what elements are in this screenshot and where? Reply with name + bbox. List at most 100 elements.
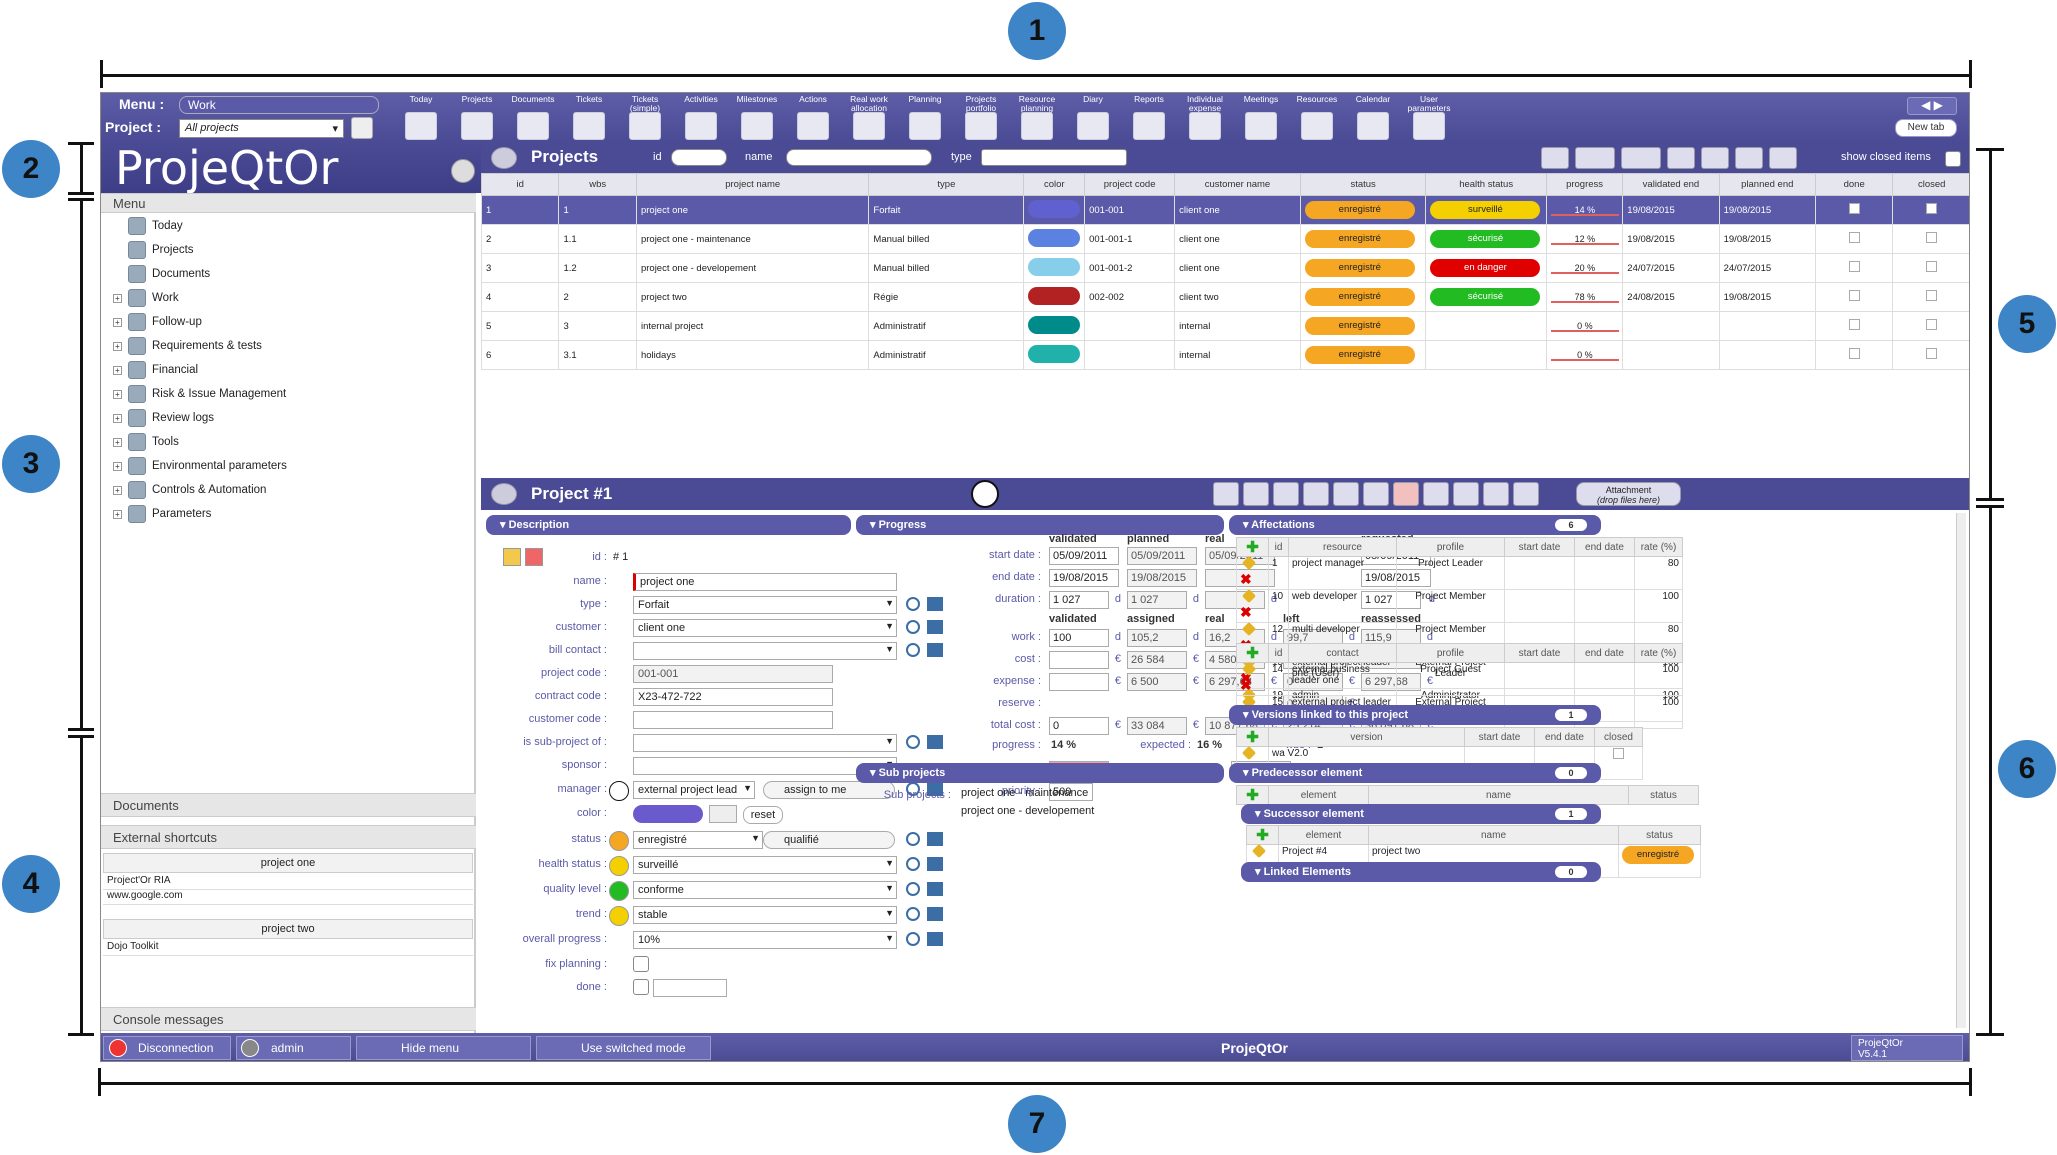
toolbar-button-16[interactable]: Resources bbox=[1291, 95, 1343, 141]
column-header[interactable]: project name bbox=[635, 173, 870, 196]
toolbar-button-14[interactable]: Individual expense bbox=[1179, 95, 1231, 141]
attachment-dropzone[interactable]: Attachment (drop files here) bbox=[1576, 482, 1681, 506]
field-input[interactable]: client one ▼ bbox=[633, 619, 897, 637]
done-checkbox[interactable] bbox=[1848, 232, 1860, 243]
field-input[interactable]: surveillé ▼ bbox=[633, 856, 897, 874]
toolbar-button-17[interactable]: Calendar bbox=[1347, 95, 1399, 141]
new-icon[interactable] bbox=[1213, 482, 1239, 506]
edit-icon[interactable] bbox=[1241, 621, 1257, 637]
goto-icon[interactable] bbox=[927, 857, 943, 871]
search-icon[interactable] bbox=[1541, 147, 1569, 169]
subproject-link[interactable]: project one - maintenance bbox=[961, 787, 1088, 799]
duration-planned[interactable]: 1 027 bbox=[1127, 591, 1187, 609]
goto-icon[interactable] bbox=[927, 832, 943, 846]
print-icon[interactable] bbox=[1667, 147, 1695, 169]
switched-mode-button[interactable]: Use switched mode bbox=[536, 1036, 711, 1060]
toolbar-button-5[interactable]: Activities bbox=[675, 95, 727, 141]
table-row[interactable]: ✖ 1 project manager Project Leader 80 bbox=[1236, 555, 1683, 590]
delete-icon[interactable]: ✖ bbox=[1240, 571, 1252, 587]
delete-icon[interactable] bbox=[1393, 482, 1419, 506]
field-input[interactable]: ▼ bbox=[633, 734, 897, 752]
menu-item[interactable]: + Parameters bbox=[113, 503, 211, 525]
add-cell[interactable]: ✚ bbox=[1246, 825, 1279, 845]
shortcut-link[interactable]: www.google.com bbox=[103, 890, 473, 905]
expense-value[interactable] bbox=[1049, 673, 1109, 691]
column-header[interactable]: done bbox=[1814, 173, 1894, 196]
row-actions[interactable]: ✖ bbox=[1236, 555, 1269, 590]
menu-item[interactable]: +Projects bbox=[113, 239, 194, 261]
new-tab-button[interactable]: New tab bbox=[1895, 119, 1957, 137]
column-header[interactable]: validated end bbox=[1622, 173, 1720, 196]
show-closed-checkbox[interactable] bbox=[1945, 151, 1961, 167]
goto-icon[interactable] bbox=[927, 932, 943, 946]
edit-icon[interactable] bbox=[1241, 661, 1257, 677]
toolbar-button-4[interactable]: Tickets (simple) bbox=[619, 95, 671, 141]
end-validated[interactable]: 19/08/2015 bbox=[1049, 569, 1119, 587]
expand-icon[interactable]: + bbox=[113, 341, 122, 351]
documents-section[interactable]: Documents bbox=[101, 793, 476, 817]
delete-icon[interactable]: ✖ bbox=[1240, 604, 1252, 620]
add-cell[interactable]: ✚ bbox=[1236, 537, 1269, 557]
chevron-down-icon[interactable]: ▼ bbox=[885, 621, 894, 631]
add-cell[interactable]: ✚ bbox=[1236, 643, 1269, 663]
edit-icon[interactable] bbox=[1241, 555, 1257, 571]
toolbar-button-10[interactable]: Projects portfolio bbox=[955, 95, 1007, 141]
menu-item[interactable]: + Follow-up bbox=[113, 311, 202, 333]
toolbar-button-0[interactable]: Today bbox=[395, 95, 447, 141]
column-header[interactable]: health status bbox=[1425, 173, 1547, 196]
expand-icon[interactable]: + bbox=[113, 485, 122, 495]
done-checkbox[interactable] bbox=[1848, 348, 1860, 359]
mail-icon[interactable] bbox=[1453, 482, 1479, 506]
closed-checkbox[interactable] bbox=[1926, 319, 1938, 330]
done-checkbox[interactable] bbox=[1848, 261, 1860, 272]
pdf-icon[interactable] bbox=[1701, 147, 1729, 169]
column-header[interactable]: closed bbox=[1892, 173, 1969, 196]
detail-scrollbar[interactable] bbox=[1956, 513, 1966, 1028]
field-input[interactable]: Forfait ▼ bbox=[633, 596, 897, 614]
add-icon[interactable]: ✚ bbox=[1246, 539, 1259, 556]
new-item-icon[interactable] bbox=[1769, 147, 1797, 169]
closed-checkbox[interactable] bbox=[1613, 748, 1624, 759]
field-input[interactable]: project one bbox=[633, 573, 897, 591]
closed-checkbox[interactable] bbox=[1926, 203, 1938, 214]
column-header[interactable]: wbs bbox=[558, 173, 637, 196]
copy-icon[interactable] bbox=[1333, 482, 1359, 506]
search-icon[interactable] bbox=[906, 932, 920, 946]
shortcuts-section[interactable]: External shortcuts bbox=[101, 825, 476, 849]
closed-checkbox[interactable] bbox=[1926, 290, 1938, 301]
console-section[interactable]: Console messages bbox=[101, 1007, 476, 1031]
menu-item[interactable]: +Today bbox=[113, 215, 183, 237]
filter-icon[interactable] bbox=[1575, 147, 1615, 169]
column-header[interactable]: customer name bbox=[1174, 173, 1301, 196]
toolbar-button-1[interactable]: Projects bbox=[451, 95, 503, 141]
refresh-icon[interactable] bbox=[1423, 482, 1449, 506]
closed-checkbox[interactable] bbox=[1926, 348, 1938, 359]
edit-icon[interactable] bbox=[1241, 745, 1257, 761]
expand-icon[interactable]: + bbox=[113, 509, 122, 519]
csv-icon[interactable] bbox=[1735, 147, 1763, 169]
column-header[interactable]: color bbox=[1023, 173, 1086, 196]
expand-icon[interactable]: + bbox=[113, 365, 122, 375]
table-row[interactable]: ✖ 14 external business leader one Project G… bbox=[1236, 661, 1683, 696]
toolbar-button-2[interactable]: Documents bbox=[507, 95, 559, 141]
table-row[interactable]: 5 3 internal project Administratif internal e… bbox=[480, 311, 1969, 341]
gear-icon[interactable] bbox=[451, 159, 475, 183]
done-checkbox[interactable] bbox=[633, 979, 649, 995]
chevron-down-icon[interactable]: ▼ bbox=[885, 883, 894, 893]
add-icon[interactable]: ✚ bbox=[1246, 729, 1259, 746]
qualified-button[interactable]: qualifié bbox=[763, 831, 895, 849]
expand-icon[interactable]: + bbox=[113, 413, 122, 423]
toolbar-button-11[interactable]: Resource planning bbox=[1011, 95, 1063, 141]
affectations-section-header[interactable]: ▾ Affectations 6 bbox=[1229, 515, 1601, 535]
column-header[interactable]: planned end bbox=[1718, 173, 1816, 196]
menu-item[interactable]: + Tools bbox=[113, 431, 179, 453]
expand-icon[interactable]: + bbox=[113, 317, 122, 327]
end-planned[interactable]: 19/08/2015 bbox=[1127, 569, 1197, 587]
table-row[interactable]: 6 3.1 holidays Administratif internal enregis… bbox=[480, 340, 1969, 370]
columns-icon[interactable] bbox=[1621, 147, 1661, 169]
color-picker-icon[interactable] bbox=[709, 805, 737, 823]
duration-validated[interactable]: 1 027 bbox=[1049, 591, 1109, 609]
menu-item[interactable]: + Financial bbox=[113, 359, 198, 381]
toolbar-button-6[interactable]: Milestones bbox=[731, 95, 783, 141]
total-value[interactable]: 0 bbox=[1049, 717, 1109, 735]
